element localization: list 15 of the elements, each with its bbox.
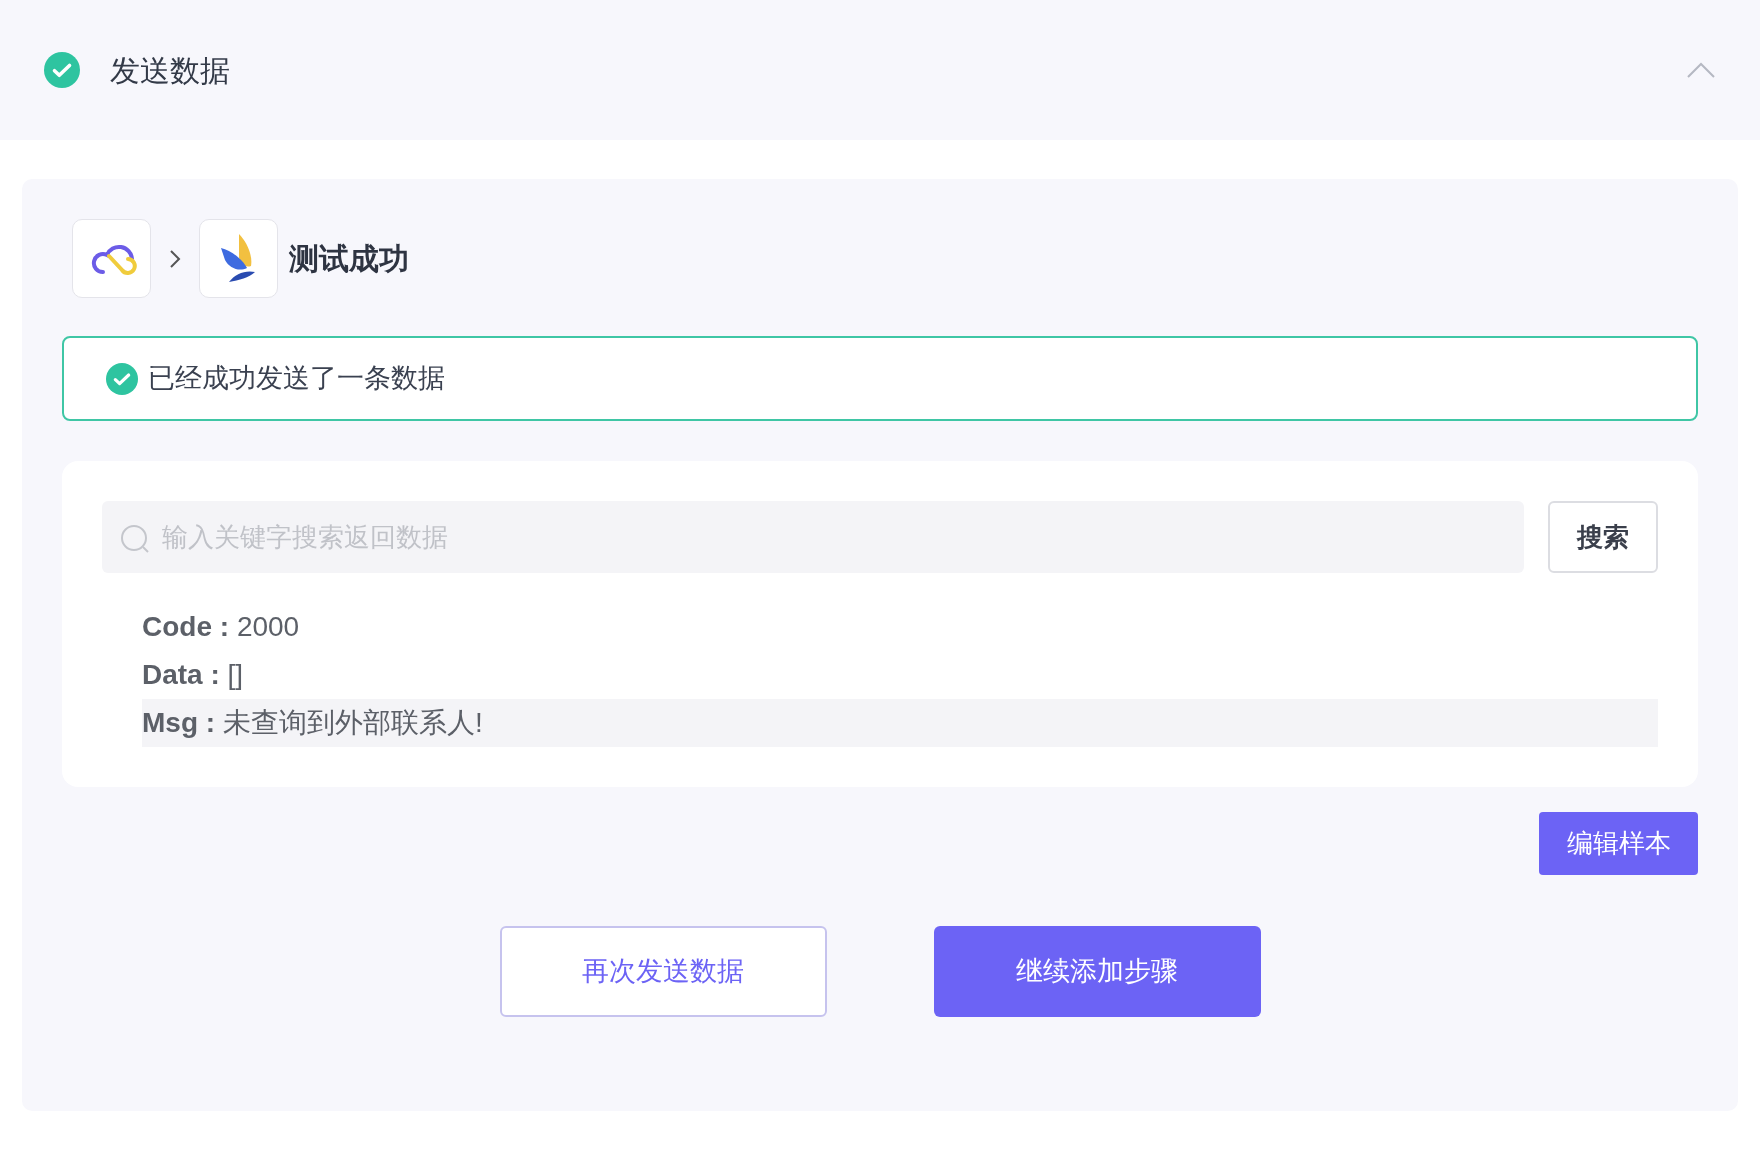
chevron-right-icon [169,248,181,269]
result-line: Code : 2000 [142,610,301,644]
search-button[interactable]: 搜索 [1548,501,1658,573]
action-button[interactable]: 继续添加步骤 [933,926,1261,1017]
alert-text: 已经成功发送了一条数据 [148,362,445,396]
flow-title: 测试成功 [289,241,409,277]
butterfly-logo-icon [199,219,278,298]
cloud-logo-icon [72,219,151,298]
edit-sample-button[interactable]: 编辑样本 [1539,812,1698,875]
result-line: Data : [] [142,658,245,692]
section-header[interactable]: 发送数据 [0,0,1760,140]
section-title: 发送数据 [110,52,230,89]
action-button[interactable]: 再次发送数据 [499,926,827,1017]
chevron-icon[interactable] [1686,61,1716,79]
success-check-icon [106,362,138,395]
